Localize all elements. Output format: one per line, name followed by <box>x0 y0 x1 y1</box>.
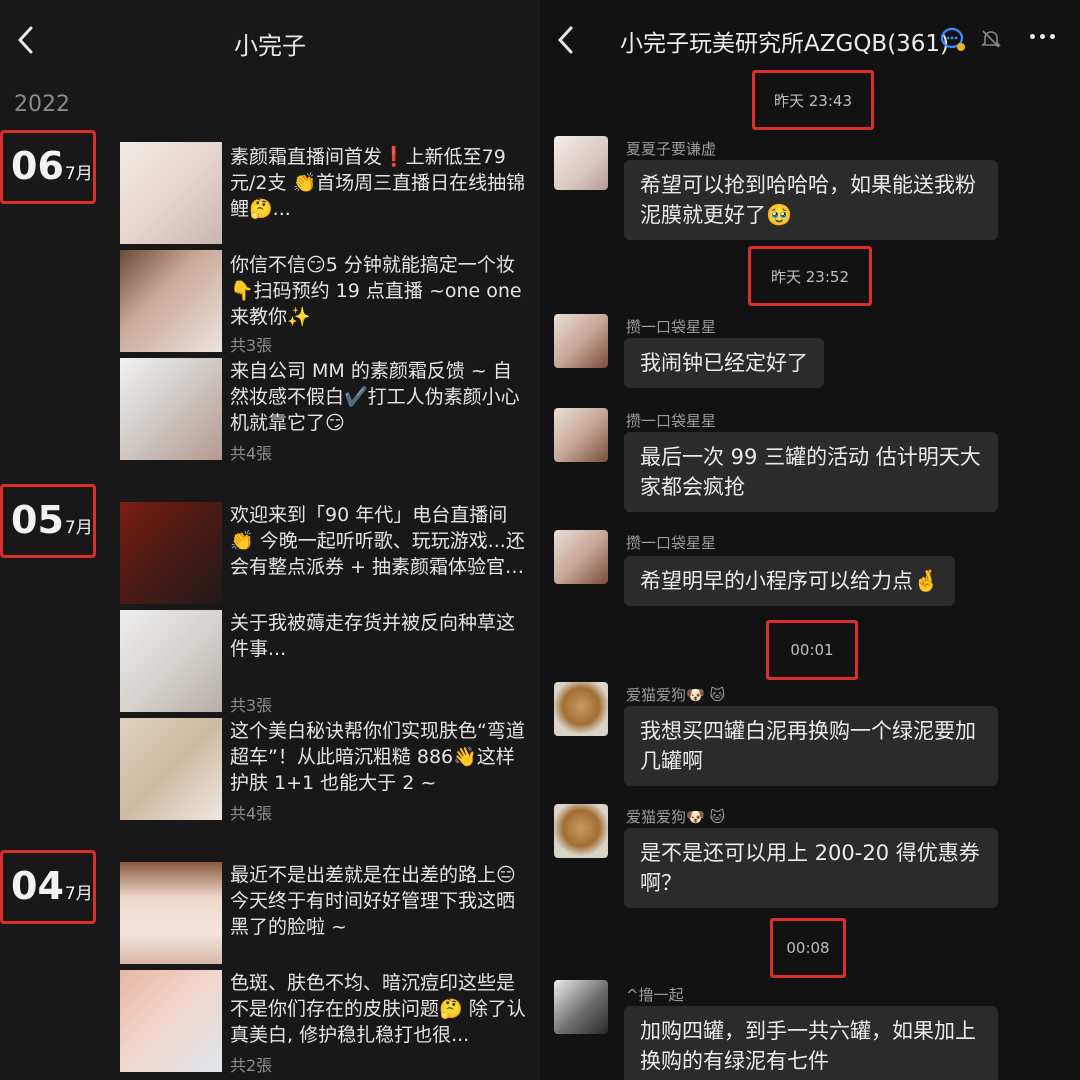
post-text: 欢迎来到「90 年代」电台直播间👏 今晚一起听听歌、玩玩游戏...还会有整点派券… <box>230 504 525 578</box>
image-count: 共4張 <box>230 444 273 463</box>
image-count: 共3張 <box>230 696 273 715</box>
timestamp: 昨天 23:52 <box>748 246 872 306</box>
mute-bell-icon <box>981 30 1001 48</box>
message-bubble[interactable]: 我想买四罐白泥再换购一个绿泥要加几罐啊 <box>624 706 998 786</box>
message-bubble[interactable]: 希望明早的小程序可以给力点🤞 <box>624 556 956 606</box>
post-thumbnail[interactable] <box>120 718 222 820</box>
message-bubble[interactable]: 最后一次 99 三罐的活动 估计明天大家都会疯抢 <box>624 432 998 512</box>
avatar[interactable] <box>554 408 608 462</box>
post-item[interactable]: 你信不信😏5 分钟就能搞定一个妆 👇扫码预约 19 点直播 ~one one 来… <box>230 252 530 330</box>
timestamp: 00:01 <box>766 620 858 680</box>
more-options-icon[interactable] <box>1030 34 1055 39</box>
post-thumbnail[interactable] <box>120 142 222 244</box>
page-title: 小完子 <box>234 32 306 60</box>
post-thumbnail[interactable] <box>120 862 222 964</box>
sender-name: 攒一口袋星星 <box>626 412 717 430</box>
post-thumbnail[interactable] <box>120 610 222 712</box>
sender-name: 爱猫爱狗🐶 🐱 <box>626 686 726 704</box>
sender-name: 攒一口袋星星 <box>626 318 717 336</box>
post-text: 素颜霜直播间首发❗上新低至79元/2支 👏首场周三直播日在线抽锦鲤🤔... <box>230 146 526 220</box>
avatar[interactable] <box>554 804 608 858</box>
sender-name: 爱猫爱狗🐶 🐱 <box>626 808 726 826</box>
post-thumbnail[interactable] <box>120 502 222 604</box>
post-item[interactable]: 欢迎来到「90 年代」电台直播间👏 今晚一起听听歌、玩玩游戏...还会有整点派券… <box>230 502 530 580</box>
chevron-left-icon <box>557 26 573 54</box>
avatar[interactable] <box>554 530 608 584</box>
timestamp: 昨天 23:43 <box>752 70 874 130</box>
avatar[interactable] <box>554 136 608 190</box>
post-thumbnail[interactable] <box>120 358 222 460</box>
back-button[interactable] <box>550 22 580 58</box>
date-group-06: 06 7月 <box>0 130 96 204</box>
chat-panel: 小完子玩美研究所AZGQB(361) 昨天 23:43 夏夏子要谦虚 希望可以抢… <box>540 0 1080 1080</box>
post-text: 你信不信😏5 分钟就能搞定一个妆 👇扫码预约 19 点直播 ~one one 来… <box>230 254 522 328</box>
chat-title: 小完子玩美研究所AZGQB(361) <box>620 31 950 57</box>
date-day: 05 <box>11 498 64 542</box>
image-count: 共3張 <box>230 336 273 355</box>
post-item[interactable]: 来自公司 MM 的素颜霜反馈 ~ 自然妆感不假白✔️打工人伪素颜小心机就靠它了😏 <box>230 358 530 436</box>
moments-panel: 小完子 2022 06 7月 素颜霜直播间首发❗上新低至79元/2支 👏首场周三… <box>0 0 540 1080</box>
post-item[interactable]: 素颜霜直播间首发❗上新低至79元/2支 👏首场周三直播日在线抽锦鲤🤔... <box>230 144 530 222</box>
post-item[interactable]: 这个美白秘诀帮你们实现肤色“弯道超车”！从此暗沉粗糙 886👋这样护肤 1+1 … <box>230 718 530 796</box>
date-day: 04 <box>11 864 64 908</box>
post-text: 关于我被薅走存货并被反向种草这件事... <box>230 612 516 660</box>
post-text: 这个美白秘诀帮你们实现肤色“弯道超车”！从此暗沉粗糙 886👋这样护肤 1+1 … <box>230 720 525 794</box>
date-month: 7月 <box>64 884 93 904</box>
date-month: 7月 <box>64 164 93 184</box>
date-day: 06 <box>11 144 64 188</box>
image-count: 共2張 <box>230 1056 273 1075</box>
group-chat-icon <box>940 27 965 51</box>
message-bubble[interactable]: 加购四罐，到手一共六罐，如果加上换购的有绿泥有七件 <box>624 1006 998 1080</box>
post-thumbnail[interactable] <box>120 250 222 352</box>
avatar[interactable] <box>554 314 608 368</box>
image-count: 共4張 <box>230 804 273 823</box>
post-item[interactable]: 关于我被薅走存货并被反向种草这件事... <box>230 610 530 662</box>
sender-name: ^撸一起 <box>626 986 684 1004</box>
post-thumbnail[interactable] <box>120 970 222 1072</box>
post-text: 来自公司 MM 的素颜霜反馈 ~ 自然妆感不假白✔️打工人伪素颜小心机就靠它了😏 <box>230 360 520 434</box>
message-bubble[interactable]: 希望可以抢到哈哈哈，如果能送我粉泥膜就更好了🥹 <box>624 160 998 240</box>
avatar[interactable] <box>554 980 608 1034</box>
sender-name: 攒一口袋星星 <box>626 534 717 552</box>
post-item[interactable]: 色斑、肤色不均、暗沉痘印这些是不是你们存在的皮肤问题🤔 除了认真美白, 修护稳扎… <box>230 970 530 1048</box>
date-group-04: 04 7月 <box>0 850 96 924</box>
sender-name: 夏夏子要谦虚 <box>626 140 717 158</box>
post-text: 最近不是出差就是在出差的路上😑 今天终于有时间好好管理下我这晒黑了的脸啦 ~ <box>230 864 516 938</box>
post-text: 色斑、肤色不均、暗沉痘印这些是不是你们存在的皮肤问题🤔 除了认真美白, 修护稳扎… <box>230 972 526 1046</box>
timestamp: 00:08 <box>770 918 846 978</box>
avatar[interactable] <box>554 682 608 736</box>
post-item[interactable]: 最近不是出差就是在出差的路上😑 今天终于有时间好好管理下我这晒黑了的脸啦 ~ <box>230 862 530 940</box>
message-bubble[interactable]: 是不是还可以用上 200-20 得优惠券啊？ <box>624 828 998 908</box>
year-label: 2022 <box>14 92 70 117</box>
date-group-05: 05 7月 <box>0 484 96 558</box>
message-bubble[interactable]: 我闹钟已经定好了 <box>624 338 824 388</box>
date-month: 7月 <box>64 518 93 538</box>
moments-header: 小完子 <box>0 0 540 80</box>
